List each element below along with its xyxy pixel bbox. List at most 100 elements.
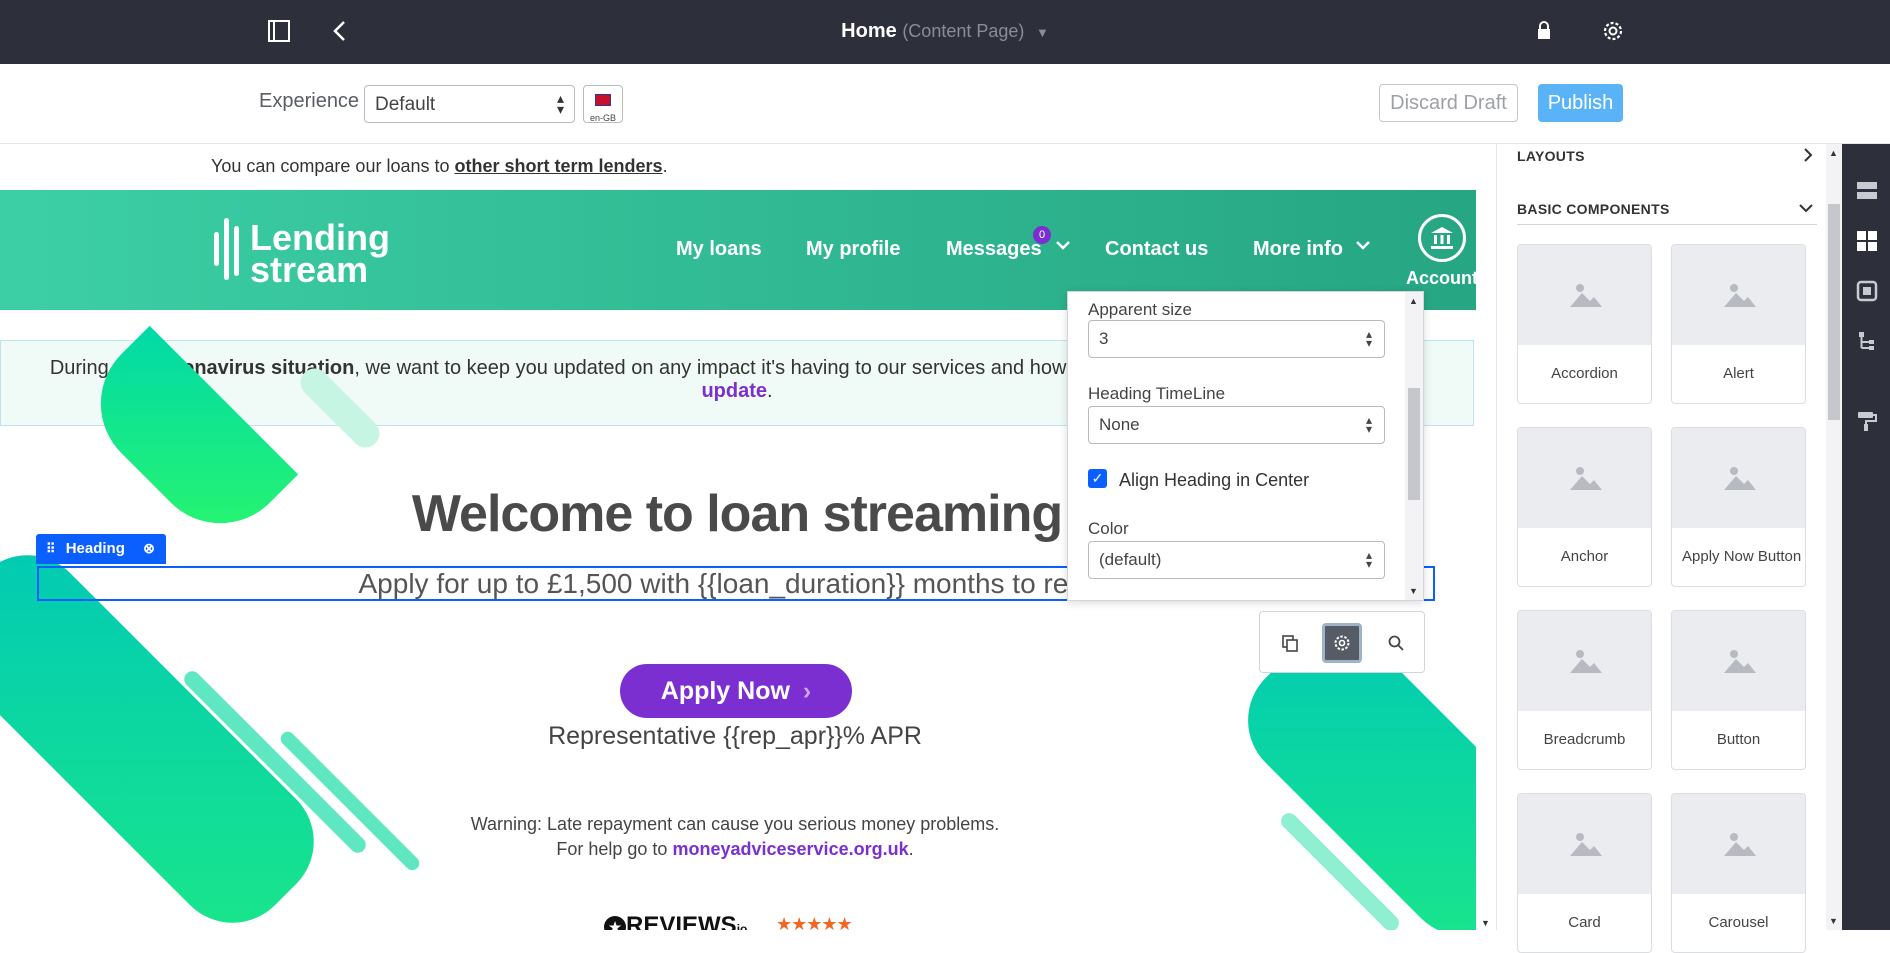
publish-button[interactable]: Publish <box>1538 84 1623 122</box>
covid-text-post: , we want to keep you updated on any imp… <box>354 357 1078 379</box>
reviews-suffix: io <box>736 922 748 930</box>
nav-account[interactable]: Account <box>1406 268 1478 289</box>
fragment-config-popover: Apparent size 3 ▴ ▾ Heading TimeLine None… <box>1067 291 1424 601</box>
color-select[interactable]: (default) ▴ ▾ <box>1088 541 1385 579</box>
locale-code: en-GB <box>589 113 616 123</box>
heading-fragment-tag[interactable]: ⠿ Heading ⊗ <box>36 534 166 564</box>
page-structure-icon[interactable] <box>1856 330 1878 352</box>
image-placeholder-icon <box>1518 245 1651 345</box>
page-title-text: Home <box>841 20 897 42</box>
image-placeholder-icon <box>1672 245 1805 345</box>
popover-scrollbar[interactable]: ▲ ▼ <box>1405 292 1423 600</box>
component-label: Anchor <box>1560 548 1609 565</box>
component-label: Carousel <box>1708 914 1769 931</box>
component-card-carousel[interactable]: Carousel <box>1671 793 1806 953</box>
component-card-card[interactable]: Card <box>1517 793 1652 953</box>
component-card-accordion[interactable]: Accordion <box>1517 244 1652 404</box>
scroll-down-icon[interactable]: ▼ <box>1481 918 1490 928</box>
image-placeholder-icon <box>1672 428 1805 528</box>
scroll-up-icon[interactable]: ▲ <box>1829 148 1838 158</box>
close-circle-icon[interactable]: ⊗ <box>143 540 155 556</box>
heading-timeline-label: Heading TimeLine <box>1088 384 1226 403</box>
component-card-breadcrumb[interactable]: Breadcrumb <box>1517 610 1652 770</box>
page-type-text: (Content Page) <box>902 21 1025 41</box>
nav-my-loans[interactable]: My loans <box>676 238 762 261</box>
apparent-size-select[interactable]: 3 ▴ ▾ <box>1088 320 1385 358</box>
component-label: Button <box>1716 731 1761 748</box>
fragment-toolbar <box>1259 611 1425 673</box>
compare-link[interactable]: other short term lenders <box>455 156 663 176</box>
discard-draft-button[interactable]: Discard Draft <box>1379 84 1518 122</box>
reviews-io-logo: ★ REVIEWSio <box>604 912 747 930</box>
nav-contact-us[interactable]: Contact us <box>1105 238 1208 261</box>
panel-scrollbar[interactable]: ▲ ▼ <box>1826 144 1842 930</box>
bank-icon[interactable] <box>1418 214 1466 262</box>
component-label: Breadcrumb <box>1543 731 1626 748</box>
uk-flag-icon <box>595 94 611 106</box>
select-arrows-icon: ▴ ▾ <box>1365 327 1372 350</box>
top-toolbar: Home (Content Page) ▼ <box>0 0 1890 64</box>
apply-now-button[interactable]: Apply Now › <box>620 664 852 718</box>
grid-icon[interactable] <box>1856 230 1878 252</box>
chevron-down-icon[interactable] <box>1797 199 1815 220</box>
image-placeholder-icon <box>1518 794 1651 894</box>
experience-selected-value: Default <box>375 94 436 115</box>
component-card-alert[interactable]: Alert <box>1671 244 1806 404</box>
gear-icon[interactable] <box>1600 18 1626 49</box>
widget-icon[interactable] <box>1856 280 1878 302</box>
chevron-down-icon[interactable] <box>1054 236 1072 260</box>
nav-more-info[interactable]: More info <box>1253 238 1343 261</box>
covid-update-link[interactable]: update <box>701 380 767 402</box>
component-card-button[interactable]: Button <box>1671 610 1806 770</box>
side-tool-strip <box>1842 144 1890 930</box>
fragments-panel: LAYOUTS BASIC COMPONENTS Accordion Alert… <box>1496 144 1833 953</box>
popover-scroll-thumb[interactable] <box>1408 388 1420 500</box>
component-label: Alert <box>1723 365 1754 382</box>
caret-down-icon[interactable]: ▼ <box>1036 25 1049 40</box>
chevron-right-icon: › <box>802 677 812 705</box>
layouts-section-header[interactable]: LAYOUTS <box>1517 148 1817 164</box>
scroll-up-icon[interactable]: ▲ <box>1409 296 1418 306</box>
nav-messages[interactable]: Messages <box>946 238 1042 261</box>
component-card-anchor[interactable]: Anchor <box>1517 427 1652 587</box>
heading-tag-label: Heading <box>65 540 125 557</box>
search-icon[interactable] <box>1376 623 1416 663</box>
logo-line2: stream <box>250 249 369 290</box>
duplicate-icon[interactable] <box>1270 623 1310 663</box>
warning-pre: For help go to <box>556 839 668 859</box>
image-placeholder-icon <box>1672 611 1805 711</box>
color-label: Color <box>1088 519 1129 538</box>
select-arrows-icon: ▴ ▾ <box>1365 548 1372 571</box>
canvas-scrollbar[interactable]: ▼ <box>1476 144 1496 930</box>
locale-button[interactable]: en-GB <box>583 85 623 123</box>
paint-roller-icon[interactable] <box>1856 410 1878 432</box>
layout-rows-icon[interactable] <box>1856 180 1878 202</box>
gear-icon[interactable] <box>1322 623 1362 663</box>
repayment-warning: Warning: Late repayment can cause you se… <box>0 812 1470 862</box>
scroll-down-icon[interactable]: ▼ <box>1409 586 1418 596</box>
layouts-label: LAYOUTS <box>1517 148 1585 164</box>
nav-my-profile[interactable]: My profile <box>806 238 900 261</box>
money-advice-link[interactable]: moneyadviceservice.org.uk <box>672 839 908 859</box>
align-center-label[interactable]: Align Heading in Center <box>1119 470 1309 491</box>
heading-timeline-value: None <box>1099 415 1140 434</box>
covid-end: . <box>767 380 773 402</box>
component-card-apply-now-button[interactable]: Apply Now Button <box>1671 427 1806 587</box>
scroll-down-icon[interactable]: ▼ <box>1829 916 1838 926</box>
lock-icon[interactable] <box>1535 19 1553 48</box>
chevron-down-icon[interactable] <box>1354 236 1372 260</box>
color-value: (default) <box>1099 550 1162 569</box>
chevron-right-icon[interactable] <box>1801 146 1815 169</box>
experience-select[interactable]: Default ▴ ▾ <box>364 85 575 123</box>
select-arrows-icon: ▴ ▾ <box>556 90 564 117</box>
align-center-checkbox[interactable]: ✓ <box>1088 469 1107 488</box>
basic-components-header[interactable]: BASIC COMPONENTS <box>1517 201 1817 217</box>
warning-end: . <box>908 839 914 859</box>
heading-timeline-select[interactable]: None ▴ ▾ <box>1088 406 1385 444</box>
experience-label: Experience <box>259 90 360 112</box>
apparent-size-label: Apparent size <box>1088 300 1192 319</box>
apparent-size-value: 3 <box>1099 329 1109 348</box>
drag-handle-icon[interactable]: ⠿ <box>46 541 56 556</box>
image-placeholder-icon <box>1672 794 1805 894</box>
panel-scroll-thumb[interactable] <box>1828 204 1840 420</box>
